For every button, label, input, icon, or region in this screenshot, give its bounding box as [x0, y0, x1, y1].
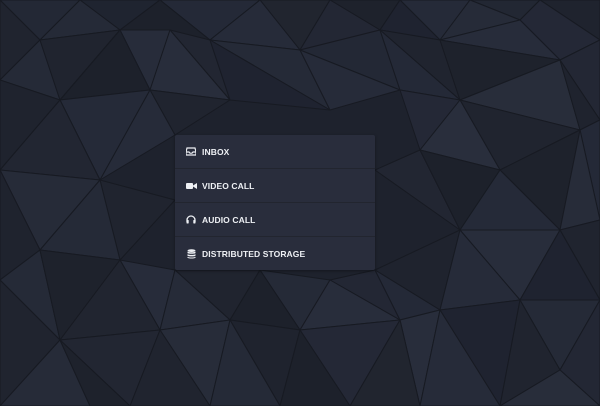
- inbox-icon: [185, 146, 197, 158]
- menu-item-distributed-storage[interactable]: DISTRIBUTED STORAGE: [175, 237, 375, 270]
- menu-item-video-call[interactable]: VIDEO CALL: [175, 169, 375, 203]
- navigation-menu: INBOX VIDEO CALL AUDIO CALL DISTRIBUTED …: [175, 135, 375, 270]
- menu-item-label: DISTRIBUTED STORAGE: [202, 248, 306, 259]
- menu-item-label: VIDEO CALL: [202, 180, 255, 191]
- menu-item-label: INBOX: [202, 146, 230, 157]
- video-camera-icon: [185, 180, 197, 192]
- menu-item-label: AUDIO CALL: [202, 214, 256, 225]
- menu-item-inbox[interactable]: INBOX: [175, 135, 375, 169]
- headphones-icon: [185, 214, 197, 226]
- database-icon: [185, 248, 197, 260]
- menu-item-audio-call[interactable]: AUDIO CALL: [175, 203, 375, 237]
